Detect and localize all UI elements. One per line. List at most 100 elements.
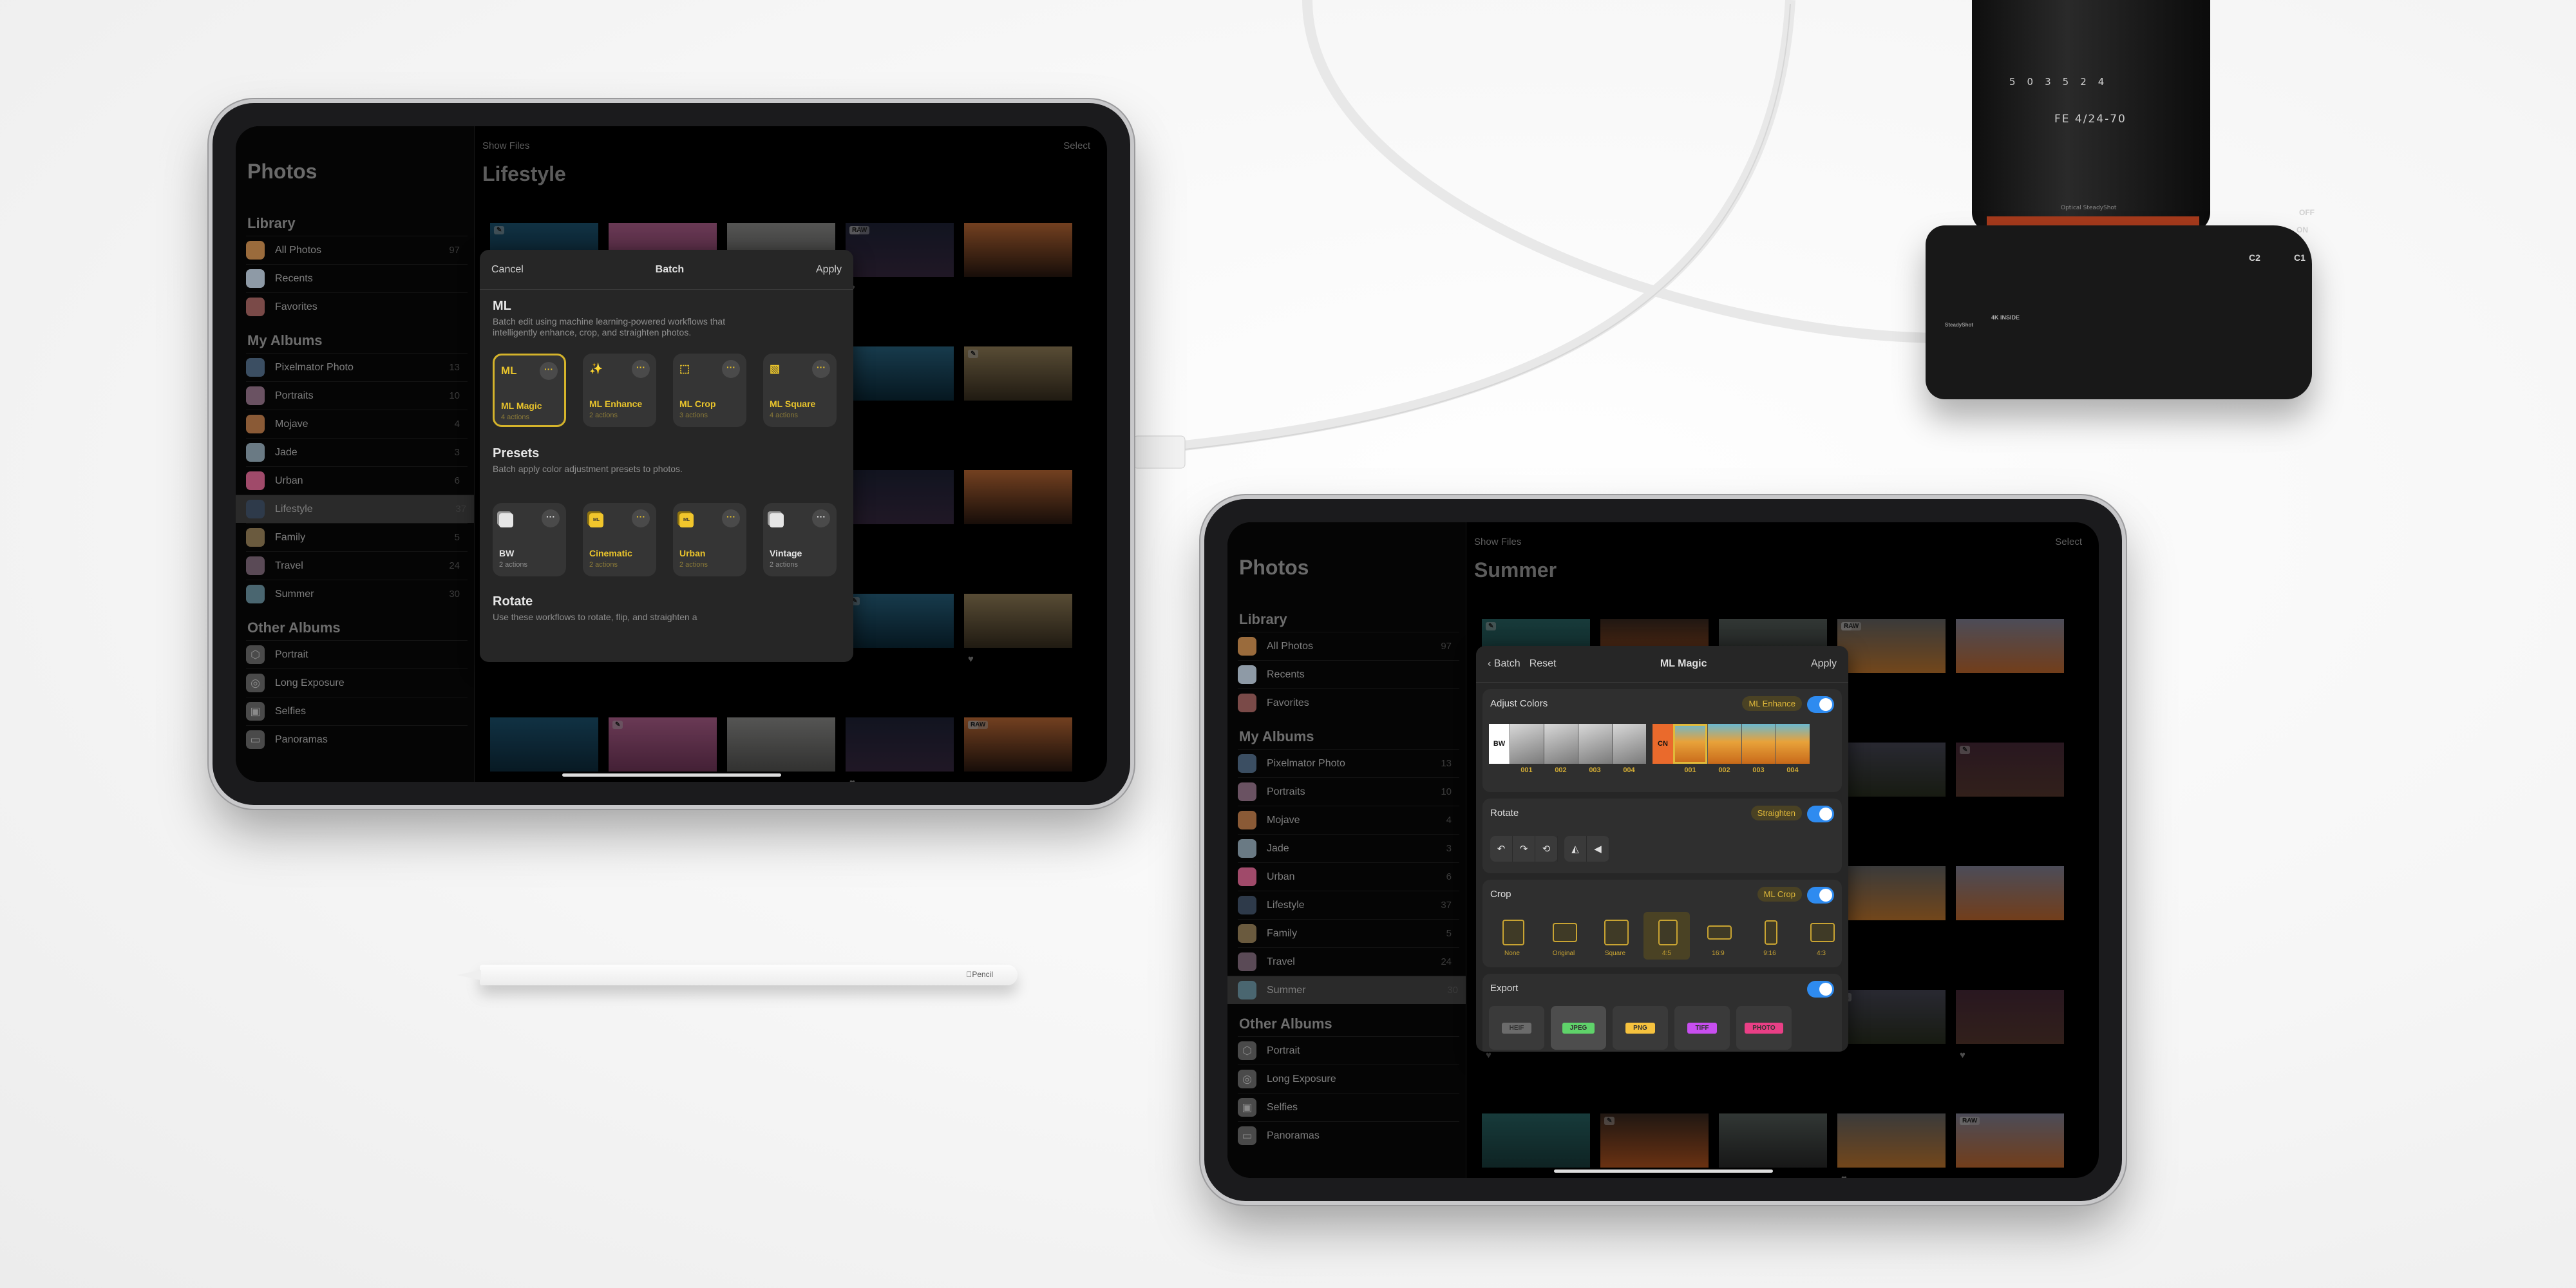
preset-frame[interactable] — [1776, 724, 1810, 764]
workflow-card-cinematic[interactable]: ML ··· Cinematic 2 actions — [583, 503, 656, 576]
sidebar-item-jade[interactable]: Jade 3 — [1238, 834, 1459, 862]
flip-horizontal-icon[interactable]: ◭ — [1564, 836, 1587, 862]
crop-option-original[interactable]: Original — [1540, 912, 1587, 960]
straighten-pill[interactable]: Straighten — [1750, 806, 1802, 820]
export-format-jpeg[interactable]: JPEG — [1551, 1006, 1606, 1050]
crop-option-none[interactable]: None — [1489, 912, 1535, 960]
workflow-card-ml-square[interactable]: ▧ ··· ML Square 4 actions — [763, 354, 837, 427]
sidebar-item-panoramas[interactable]: ▭ Panoramas — [246, 725, 468, 753]
sidebar-item-panoramas[interactable]: ▭ Panoramas — [1238, 1121, 1459, 1150]
home-indicator[interactable] — [1553, 1170, 1773, 1173]
select-button[interactable]: Select — [2055, 536, 2082, 547]
sidebar-item-family[interactable]: Family 5 — [246, 523, 468, 551]
sidebar-item-family[interactable]: Family 5 — [1238, 919, 1459, 947]
photo-thumbnail[interactable] — [1956, 619, 2064, 673]
more-options-icon[interactable]: ··· — [540, 362, 558, 380]
sidebar-item-all-photos[interactable]: All Photos 97 — [246, 236, 468, 264]
export-format-png[interactable]: PNG — [1613, 1006, 1668, 1050]
photo-thumbnail[interactable]: ♥ — [964, 594, 1072, 665]
sidebar-item-long-exposure[interactable]: ◎ Long Exposure — [246, 668, 468, 697]
export-toggle[interactable] — [1807, 981, 1834, 998]
more-options-icon[interactable]: ··· — [632, 509, 650, 527]
adjust-colors-toggle[interactable] — [1807, 696, 1834, 713]
cancel-button[interactable]: Cancel — [491, 264, 524, 276]
workflow-card-vintage[interactable]: ··· Vintage 2 actions — [763, 503, 837, 576]
home-indicator[interactable] — [562, 773, 781, 777]
photo-thumbnail[interactable]: ✎ — [1837, 990, 1946, 1044]
workflow-card-ml-crop[interactable]: ⬚ ··· ML Crop 3 actions — [673, 354, 746, 427]
photo-thumbnail[interactable] — [1837, 866, 1946, 920]
preset-group-bw[interactable]: BW — [1489, 724, 1510, 764]
reset-button[interactable]: Reset — [1530, 658, 1557, 670]
sidebar-item-summer[interactable]: Summer 30 — [246, 580, 468, 608]
photo-thumbnail[interactable]: ✎RAW♥ — [846, 223, 954, 294]
sidebar-item-mojave[interactable]: Mojave 4 — [1238, 806, 1459, 834]
photo-thumbnail[interactable] — [1719, 1113, 1827, 1168]
sidebar-item-jade[interactable]: Jade 3 — [246, 438, 468, 466]
photo-thumbnail[interactable]: ✎RAW♥ — [1837, 619, 1946, 690]
preset-group-cn[interactable]: CN — [1653, 724, 1673, 764]
sidebar-item-recents[interactable]: Recents — [1238, 660, 1459, 688]
photo-thumbnail[interactable] — [1956, 866, 2064, 920]
export-format-tiff[interactable]: TIFF — [1674, 1006, 1730, 1050]
photo-thumbnail[interactable]: ♥ — [1956, 990, 2064, 1061]
sidebar-item-favorites[interactable]: Favorites — [246, 292, 468, 321]
sidebar-item-urban[interactable]: Urban 6 — [1238, 862, 1459, 891]
sidebar-item-portrait[interactable]: ⬡ Portrait — [246, 640, 468, 668]
rotate-left-icon[interactable]: ↶ — [1490, 836, 1513, 862]
sidebar-item-portraits[interactable]: Portraits 10 — [246, 381, 468, 410]
photo-thumbnail[interactable] — [846, 346, 954, 401]
workflow-card-bw[interactable]: ··· BW 2 actions — [493, 503, 566, 576]
sidebar-item-all-photos[interactable]: All Photos 97 — [1238, 632, 1459, 660]
more-options-icon[interactable]: ··· — [542, 509, 560, 527]
workflow-card-ml-enhance[interactable]: ✨ ··· ML Enhance 2 actions — [583, 354, 656, 427]
apply-button[interactable]: Apply — [816, 264, 842, 276]
more-options-icon[interactable]: ··· — [722, 509, 740, 527]
sidebar-item-travel[interactable]: Travel 24 — [246, 551, 468, 580]
photo-thumbnail[interactable] — [727, 717, 835, 772]
ml-enhance-pill[interactable]: ML Enhance — [1742, 696, 1802, 711]
workflow-card-urban[interactable]: ML ··· Urban 2 actions — [673, 503, 746, 576]
sidebar-item-travel[interactable]: Travel 24 — [1238, 947, 1459, 976]
select-button[interactable]: Select — [1063, 140, 1090, 151]
crop-option-4-3[interactable]: 4:3 — [1798, 912, 1844, 960]
export-format-photo[interactable]: PHOTO — [1736, 1006, 1792, 1050]
sidebar-item-lifestyle[interactable]: Lifestyle 37 — [236, 495, 474, 523]
sidebar-item-selfies[interactable]: ▣ Selfies — [1238, 1093, 1459, 1121]
photo-thumbnail[interactable]: ✎ — [1600, 1113, 1709, 1168]
sidebar-item-lifestyle[interactable]: Lifestyle 37 — [1238, 891, 1459, 919]
crop-option-9-16[interactable]: 9:16 — [1747, 912, 1793, 960]
preset-frame[interactable] — [1510, 724, 1544, 764]
crop-toggle[interactable] — [1807, 887, 1834, 904]
sidebar-item-selfies[interactable]: ▣ Selfies — [246, 697, 468, 725]
photo-thumbnail[interactable] — [490, 717, 598, 772]
photo-thumbnail[interactable]: ✎RAW — [964, 717, 1072, 772]
photo-thumbnail[interactable] — [964, 470, 1072, 524]
photo-thumbnail[interactable]: ✎ — [609, 717, 717, 772]
photo-thumbnail[interactable]: ✎RAW — [1956, 1113, 2064, 1168]
back-button[interactable]: ‹ Batch — [1488, 658, 1520, 670]
show-files-button[interactable]: Show Files — [482, 140, 529, 151]
sidebar-item-pixelmator-photo[interactable]: Pixelmator Photo 13 — [1238, 749, 1459, 777]
preset-frame[interactable] — [1741, 724, 1776, 764]
more-options-icon[interactable]: ··· — [632, 360, 650, 378]
photo-thumbnail[interactable] — [846, 470, 954, 524]
sidebar-item-favorites[interactable]: Favorites — [1238, 688, 1459, 717]
preset-frame[interactable] — [1673, 724, 1707, 764]
photo-thumbnail[interactable]: ✎ — [846, 594, 954, 648]
photo-thumbnail[interactable]: ✎ — [964, 346, 1072, 401]
sidebar-item-recents[interactable]: Recents — [246, 264, 468, 292]
preset-frame[interactable] — [1707, 724, 1741, 764]
crop-option-4-5[interactable]: 4:5 — [1643, 912, 1690, 960]
more-options-icon[interactable]: ··· — [722, 360, 740, 378]
sidebar-item-pixelmator-photo[interactable]: Pixelmator Photo 13 — [246, 353, 468, 381]
sidebar-item-portrait[interactable]: ⬡ Portrait — [1238, 1036, 1459, 1065]
rotate-toggle[interactable] — [1807, 806, 1834, 822]
rotate-right-icon[interactable]: ↷ — [1513, 836, 1535, 862]
sidebar-item-summer[interactable]: Summer 30 — [1227, 976, 1466, 1004]
preset-frame[interactable] — [1544, 724, 1578, 764]
preset-frame[interactable] — [1578, 724, 1612, 764]
sidebar-item-long-exposure[interactable]: ◎ Long Exposure — [1238, 1065, 1459, 1093]
photo-thumbnail[interactable]: ♥ — [846, 717, 954, 782]
crop-option-16-9[interactable]: 16:9 — [1695, 912, 1741, 960]
